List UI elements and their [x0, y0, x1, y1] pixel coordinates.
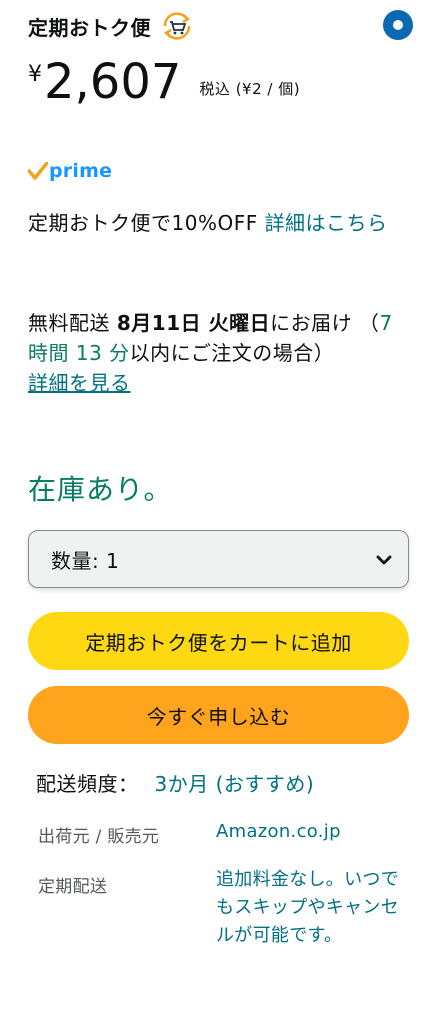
quantity-label: 数量: 1 [51, 548, 120, 573]
recurring-value[interactable]: 追加料金なし。いつでもスキップやキャンセルが可能です。 [216, 866, 406, 950]
delivery-date: 8月11日 火曜日 [116, 311, 271, 335]
price-value: 2,607 [44, 54, 182, 110]
delivery-tail: 以内にご注文の場合） [129, 341, 335, 365]
quantity-select[interactable]: 数量: 1 [28, 530, 409, 588]
subscription-header: 定期おトク便 [28, 6, 413, 46]
prime-label: prime [49, 160, 113, 182]
price-currency: ¥ [28, 62, 42, 87]
chevron-down-icon [376, 555, 392, 565]
subscription-title: 定期おトク便 [28, 15, 151, 40]
delivery-suffix: にお届け （ [270, 311, 380, 335]
delivery-prefix: 無料配送 [28, 311, 117, 335]
recurring-label: 定期配送 [38, 877, 108, 897]
discount-details-link[interactable]: 詳細はこちら [265, 211, 388, 235]
delivery-details-link[interactable]: 詳細を見る [28, 371, 131, 395]
discount-info: 定期おトク便で10%OFF 詳細はこちら [28, 208, 408, 238]
frequency-label: 配送頻度： [36, 772, 139, 796]
stock-status: 在庫あり。 [28, 473, 173, 506]
price-block: ¥ 2,607 税込 (¥2 / 個) [28, 52, 300, 112]
radio-dot [393, 20, 403, 30]
subscription-radio[interactable] [383, 10, 413, 40]
discount-text: 定期おトク便で10%OFF [28, 211, 265, 235]
prime-badge: prime [28, 156, 112, 186]
seller-label: 出荷元 / 販売元 [38, 827, 160, 847]
subscribe-now-button[interactable]: 今すぐ申し込む [28, 686, 409, 744]
add-to-cart-button[interactable]: 定期おトク便をカートに追加 [28, 612, 409, 670]
delivery-info: 無料配送 8月11日 火曜日にお届け （7 時間 13 分以内にご注文の場合） … [28, 308, 408, 398]
frequency-value[interactable]: 3か月 (おすすめ) [155, 768, 315, 797]
prime-check-icon [28, 162, 48, 180]
price-unit-note: 税込 (¥2 / 個) [199, 80, 301, 98]
cart-refresh-icon [159, 10, 195, 42]
delivery-frequency: 配送頻度： 3か月 (おすすめ) [36, 768, 314, 797]
seller-value[interactable]: Amazon.co.jp [216, 818, 406, 846]
